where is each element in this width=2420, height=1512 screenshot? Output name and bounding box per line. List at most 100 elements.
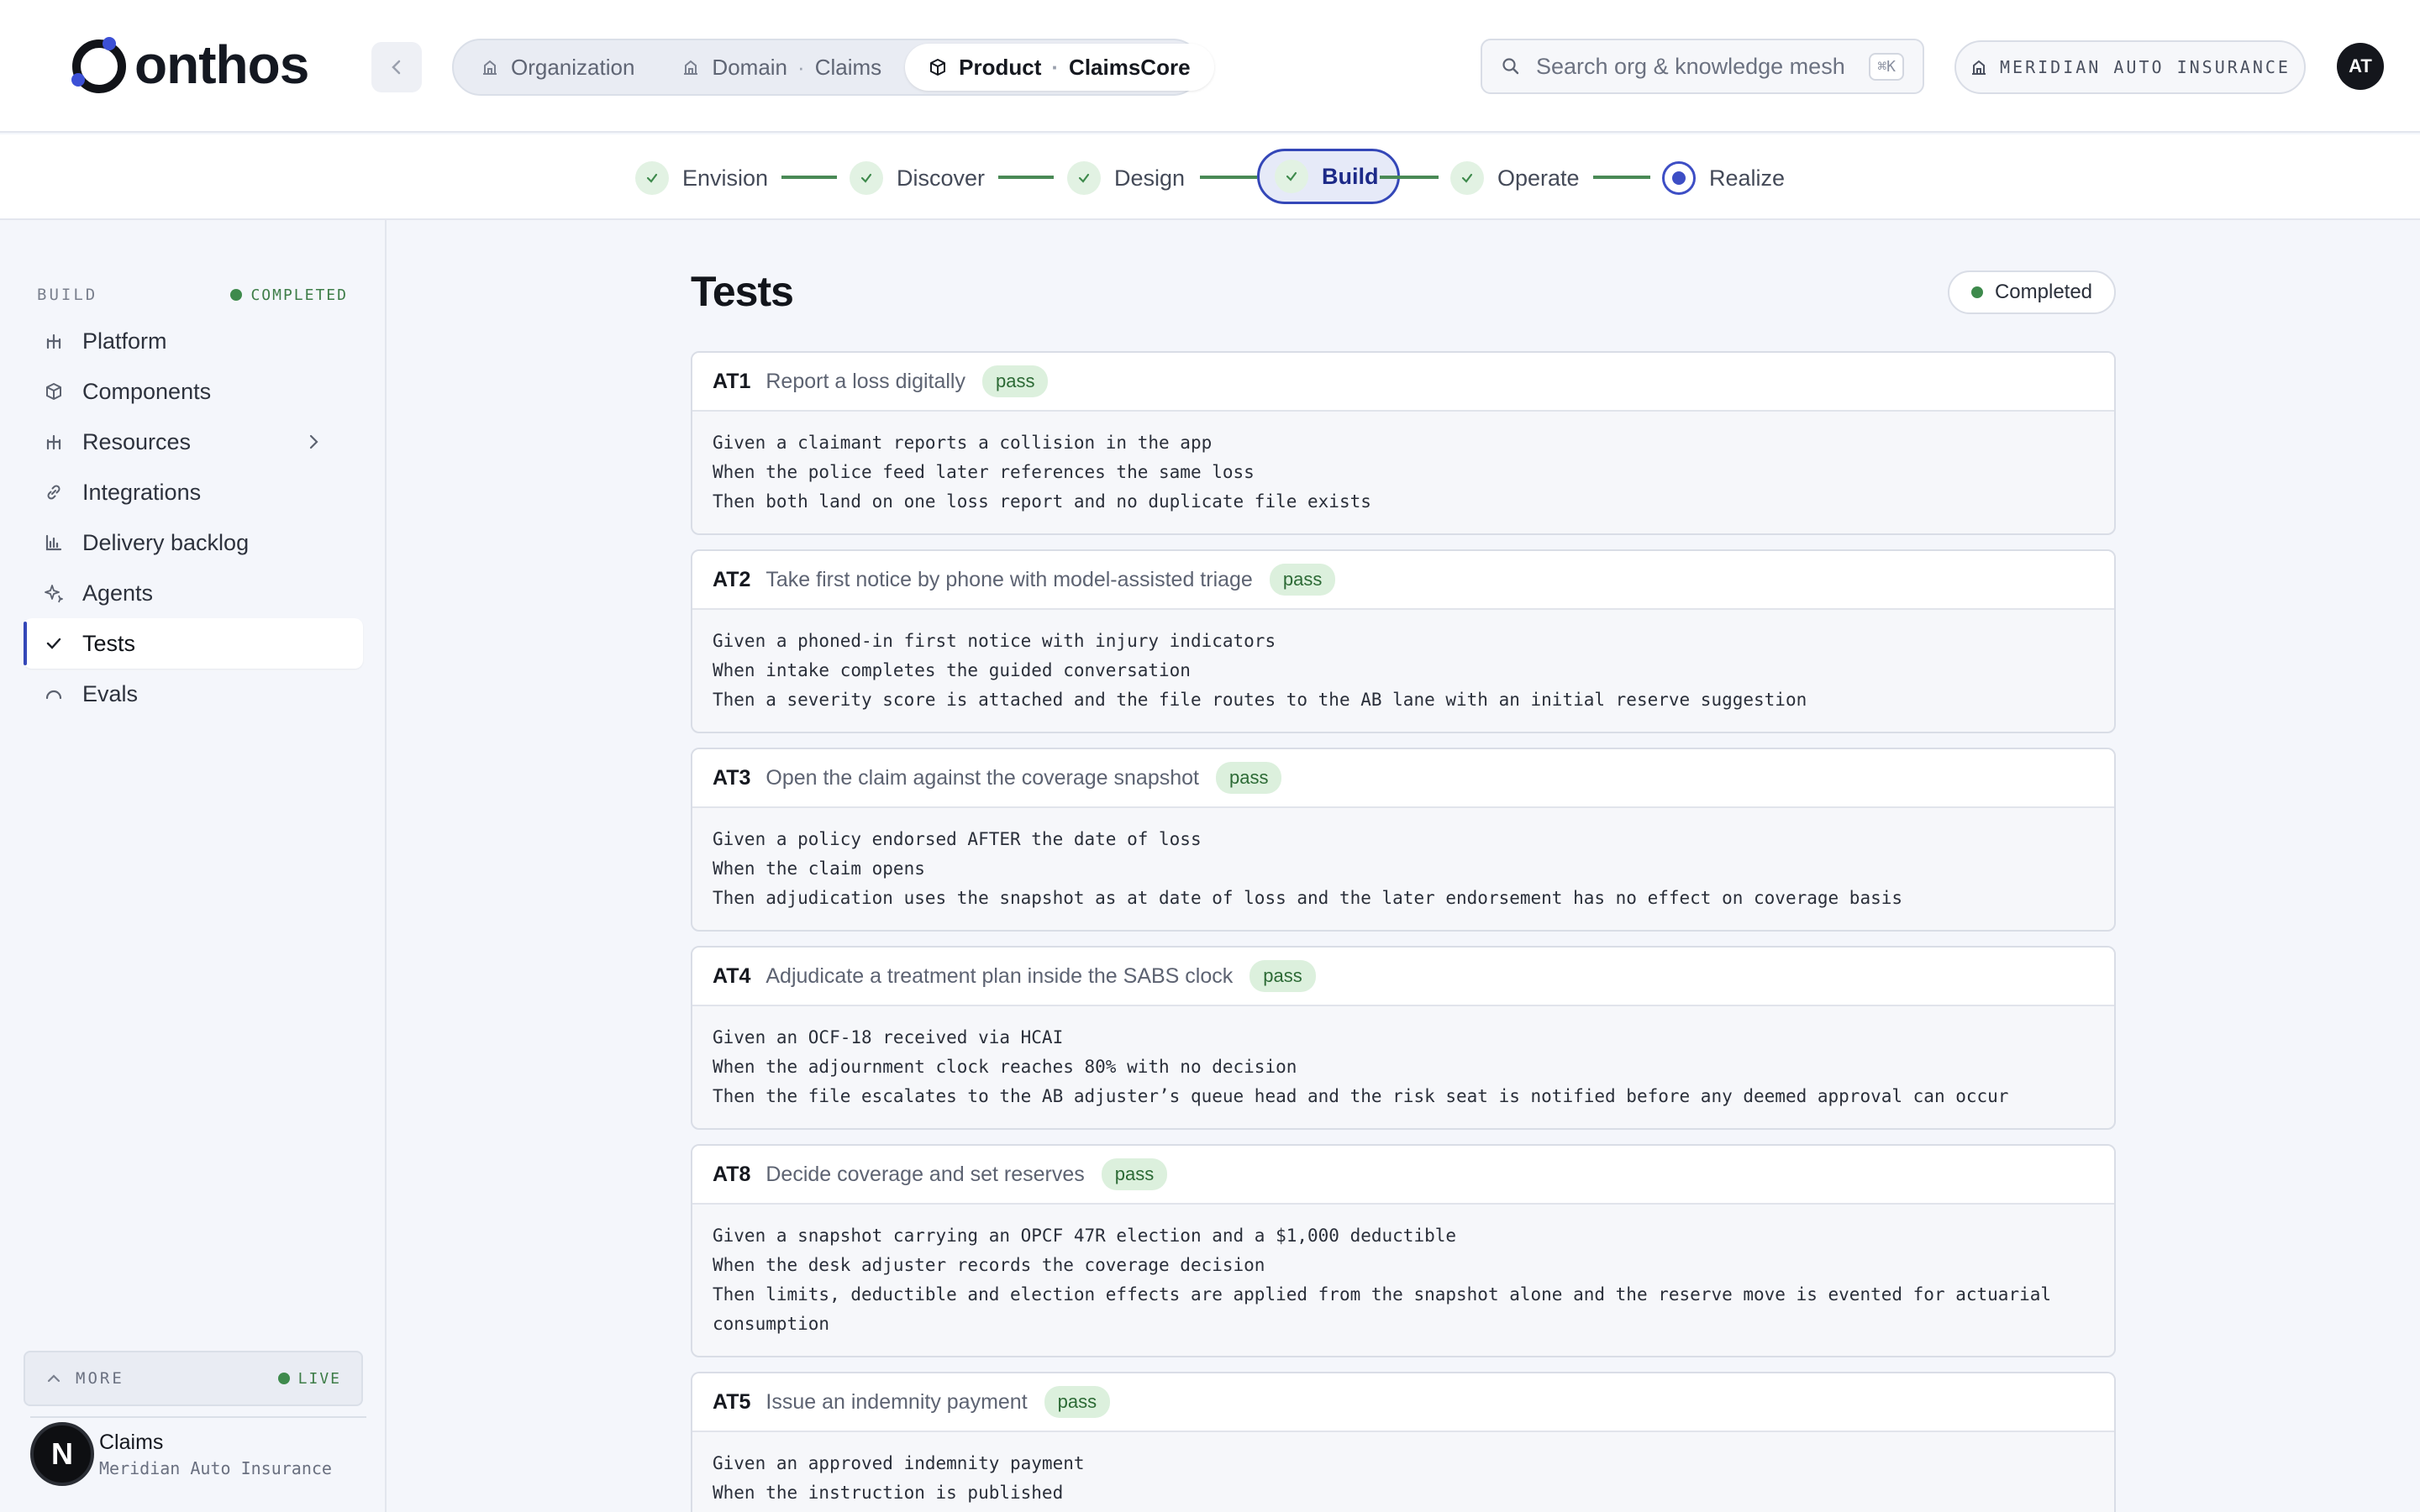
org-switcher[interactable]: MERIDIAN AUTO INSURANCE (1954, 40, 2306, 94)
scenario-line: Given a claimant reports a collision in … (713, 433, 1213, 453)
step-label: Build (1322, 163, 1379, 189)
test-scenario: Given a policy endorsed AFTER the date o… (692, 808, 2114, 930)
sidebar: BUILD COMPLETED Platform Components Reso… (0, 220, 387, 1512)
step-connector (781, 176, 837, 179)
link-icon (47, 485, 60, 500)
cube-icon (930, 59, 946, 76)
sparkle-icon (45, 585, 63, 603)
sidebar-item-platform[interactable]: Platform (24, 316, 363, 366)
sidebar-item-delivery-backlog[interactable]: Delivery backlog (24, 517, 363, 568)
sidebar-status-badge: COMPLETED (230, 286, 348, 304)
workspace-info: Claims Meridian Auto Insurance (99, 1431, 332, 1478)
sidebar-item-label: Evals (82, 680, 139, 706)
test-card[interactable]: AT8 Decide coverage and set reserves pas… (691, 1144, 2116, 1357)
scenario-line: Then a severity score is attached and th… (713, 690, 1807, 710)
step-realize[interactable]: Realize (1662, 157, 1785, 199)
sidebar-item-label: Integrations (82, 479, 202, 505)
test-id: AT5 (713, 1389, 751, 1414)
sidebar-item-integrations[interactable]: Integrations (24, 467, 363, 517)
scenario-line: Then adjudication uses the snapshot as a… (713, 888, 1903, 908)
test-card[interactable]: AT5 Issue an indemnity payment pass Give… (691, 1372, 2116, 1512)
step-design[interactable]: Design (1067, 157, 1185, 199)
workspace-switcher[interactable]: N Claims Meridian Auto Insurance (30, 1416, 366, 1486)
sidebar-section-title: BUILD (37, 286, 98, 304)
sidebar-item-resources[interactable]: Resources (24, 417, 363, 467)
test-card[interactable]: AT2 Take first notice by phone with mode… (691, 549, 2116, 733)
test-card-header: AT8 Decide coverage and set reserves pas… (692, 1146, 2114, 1205)
test-scenario: Given a claimant reports a collision in … (692, 412, 2114, 533)
test-name: Issue an indemnity payment (765, 1389, 1028, 1414)
breadcrumb-domain[interactable]: Domain · Claims (658, 44, 905, 91)
sidebar-item-agents[interactable]: Agents (24, 568, 363, 618)
step-operate[interactable]: Operate (1450, 157, 1580, 199)
test-id: AT3 (713, 765, 751, 790)
test-result-badge: pass (982, 365, 1049, 397)
sidebar-item-tests[interactable]: Tests (24, 618, 363, 669)
cube-icon (46, 383, 61, 400)
scenario-line: Given a snapshot carrying an OPCF 47R el… (713, 1226, 1457, 1246)
test-card[interactable]: AT1 Report a loss digitally pass Given a… (691, 351, 2116, 535)
search-placeholder: Search org & knowledge mesh (1536, 53, 1845, 79)
test-result-badge: pass (1269, 564, 1336, 596)
scenario-line: When intake completes the guided convers… (713, 660, 1191, 680)
test-id: AT8 (713, 1162, 751, 1186)
building-icon (483, 60, 497, 75)
live-badge: LIVE (277, 1370, 341, 1388)
sidebar-item-label: Tests (82, 630, 136, 656)
scenario-line: When the instruction is published (713, 1483, 1064, 1503)
step-envision[interactable]: Envision (635, 157, 768, 199)
breadcrumb-label: Product (959, 54, 1042, 80)
chevron-right-icon[interactable] (304, 433, 323, 451)
logo-mark-icon (67, 33, 131, 97)
sidebar-item-evals[interactable]: Evals (24, 669, 363, 719)
test-name: Adjudicate a treatment plan inside the S… (765, 963, 1234, 988)
test-card[interactable]: AT3 Open the claim against the coverage … (691, 748, 2116, 932)
check-icon (1450, 161, 1484, 195)
workspace-name: Claims (99, 1430, 164, 1454)
more-toggle[interactable]: MORE LIVE (24, 1351, 363, 1406)
step-label: Envision (682, 165, 769, 191)
more-label: MORE (76, 1369, 124, 1388)
search-input[interactable]: Search org & knowledge mesh ⌘K (1481, 39, 1924, 94)
test-result-badge: pass (1249, 960, 1316, 992)
test-id: AT2 (713, 567, 751, 591)
breadcrumb-label: Organization (511, 54, 635, 80)
check-icon (1275, 160, 1308, 193)
test-card-header: AT4 Adjudicate a treatment plan inside t… (692, 948, 2114, 1006)
test-card-header: AT5 Issue an indemnity payment pass (692, 1373, 2114, 1432)
onthos-logo[interactable]: onthos (67, 33, 309, 97)
scenario-line: When the police feed later references th… (713, 462, 1255, 482)
step-label: Operate (1497, 165, 1580, 191)
test-result-badge: pass (1101, 1158, 1168, 1190)
page-title: Tests (691, 268, 794, 315)
scenario-line: When the claim opens (713, 858, 925, 879)
step-build[interactable]: Build (1257, 149, 1400, 204)
sidebar-item-components[interactable]: Components (24, 366, 363, 417)
breadcrumb-separator: · (1051, 54, 1060, 80)
test-card[interactable]: AT4 Adjudicate a treatment plan inside t… (691, 946, 2116, 1130)
test-card-header: AT1 Report a loss digitally pass (692, 353, 2114, 412)
step-connector (1593, 176, 1650, 179)
collapse-back-button[interactable] (371, 42, 422, 92)
chevron-left-icon (392, 60, 401, 75)
step-connector (1380, 176, 1439, 179)
check-icon (850, 161, 883, 195)
breadcrumb-organization[interactable]: Organization (457, 44, 658, 91)
workspace-org: Meridian Auto Insurance (99, 1457, 332, 1478)
test-result-badge: pass (1044, 1386, 1111, 1418)
user-avatar[interactable]: AT (2337, 43, 2384, 90)
search-shortcut: ⌘K (1869, 52, 1904, 81)
test-card-header: AT2 Take first notice by phone with mode… (692, 551, 2114, 610)
check-icon (46, 638, 61, 649)
sidebar-item-label: Agents (82, 580, 154, 606)
sidebar-item-label: Components (82, 378, 212, 404)
step-discover[interactable]: Discover (850, 157, 985, 199)
sidebar-section-header: BUILD COMPLETED (37, 286, 348, 304)
chevron-up-icon (47, 1374, 60, 1383)
test-scenario: Given an OCF-18 received via HCAI When t… (692, 1006, 2114, 1128)
sidebar-item-label: Resources (82, 428, 192, 454)
breadcrumb-product[interactable]: Product · ClaimsCore (905, 44, 1214, 91)
breadcrumb-sub: Claims (814, 54, 882, 80)
resources-icon (46, 434, 61, 450)
step-connector (1200, 176, 1257, 179)
